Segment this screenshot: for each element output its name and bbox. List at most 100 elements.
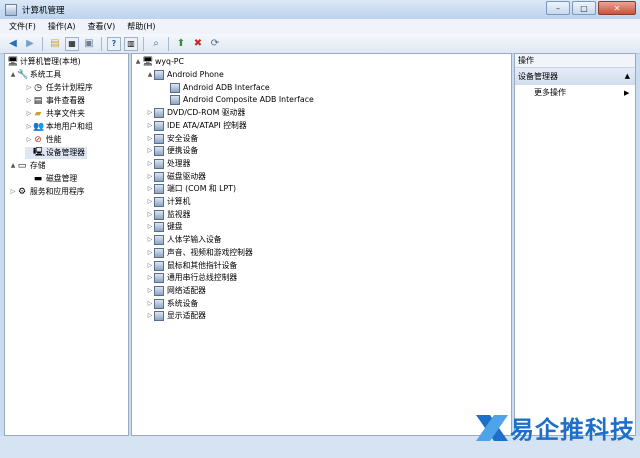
expand-arrow-icon[interactable]: ▷ <box>25 95 33 107</box>
device-category-row[interactable]: ▷ 端口 (COM 和 LPT) <box>146 183 236 195</box>
maximize-button[interactable]: □ <box>572 1 596 15</box>
device-icon <box>154 146 164 157</box>
expand-arrow-icon[interactable]: ▷ <box>146 209 154 221</box>
device-category-row[interactable]: ▷ DVD/CD-ROM 驱动器 <box>146 107 245 119</box>
collapse-arrow-icon[interactable]: ▲ <box>134 56 142 68</box>
menu-view[interactable]: 查看(V) <box>88 21 116 32</box>
properties-icon[interactable]: ▣ <box>82 37 96 51</box>
tree-item-shared-folders[interactable]: ▷ ▰ 共享文件夹 <box>25 108 85 120</box>
menu-action[interactable]: 操作(A) <box>48 21 76 32</box>
update-driver-icon[interactable]: ⬆ <box>174 37 188 51</box>
view-icon[interactable]: ▥ <box>124 36 138 51</box>
toolbar: ◀ ▶ ▤ ▦ ▣ ? ▥ ⌕ ⬆ ✖ ⟳ <box>0 34 640 54</box>
expand-arrow-icon[interactable]: ▷ <box>146 196 154 208</box>
device-tree-pane[interactable]: ▲ 🖥 wyq-PC ▲ Android Phone Android ADB Int… <box>131 53 512 436</box>
enable-device-icon[interactable]: ⟳ <box>208 37 222 51</box>
device-root-node[interactable]: ▲ 🖥 wyq-PC <box>134 56 184 68</box>
device-category-row[interactable]: ▷ 安全设备 <box>146 133 198 145</box>
expand-arrow-icon[interactable]: ▷ <box>146 133 154 145</box>
actions-pane: 操作 设备管理器 ▲ 更多操作 ▶ <box>514 53 636 436</box>
device-category-row[interactable]: ▷ 键盘 <box>146 221 183 233</box>
tree-item-system-tools[interactable]: ▲ 🔧 系统工具 <box>9 69 62 81</box>
device-icon <box>170 95 180 106</box>
device-category-row[interactable]: Android Composite ADB Interface <box>162 94 314 106</box>
tree-item-local-users[interactable]: ▷ 👥 本地用户和组 <box>25 121 93 133</box>
menu-help[interactable]: 帮助(H) <box>127 21 155 32</box>
device-category-row[interactable]: ▷ 磁盘驱动器 <box>146 171 206 183</box>
collapse-caret-icon[interactable]: ▲ <box>625 68 630 85</box>
expand-arrow-icon[interactable]: ▷ <box>146 285 154 297</box>
expand-arrow-icon[interactable]: ▷ <box>9 186 17 198</box>
services-icon: ⚙ <box>17 187 27 197</box>
up-folder-icon[interactable]: ▤ <box>48 37 62 51</box>
toolbar-separator <box>101 36 102 51</box>
tree-item-storage[interactable]: ▲ ▭ 存储 <box>9 160 46 172</box>
collapse-arrow-icon[interactable]: ▲ <box>146 69 154 81</box>
device-icon <box>154 70 164 80</box>
expand-arrow-icon[interactable]: ▷ <box>25 108 33 120</box>
actions-section-device-manager[interactable]: 设备管理器 ▲ <box>515 68 635 85</box>
device-category-row[interactable]: ▷ 监视器 <box>146 209 190 221</box>
uninstall-icon[interactable]: ✖ <box>191 37 205 51</box>
device-category-row[interactable]: ▷ 鼠标和其他指针设备 <box>146 260 237 272</box>
device-category-row[interactable]: ▷ 显示适配器 <box>146 310 206 322</box>
device-icon <box>154 285 164 296</box>
device-category-row[interactable]: ▲ Android Phone <box>146 69 224 81</box>
console-tree-pane[interactable]: 🖥 计算机管理(本地) ▲ 🔧 系统工具 ▷ ◷ 任务计划程序 ▷ ▤ 事件查看… <box>4 53 129 436</box>
expand-arrow-icon[interactable]: ▷ <box>146 298 154 310</box>
expand-arrow-icon[interactable]: ▷ <box>146 247 154 259</box>
expand-arrow-icon[interactable]: ▷ <box>146 120 154 132</box>
scan-hardware-icon[interactable]: ⌕ <box>149 37 163 51</box>
menu-file[interactable]: 文件(F) <box>9 21 36 32</box>
collapse-arrow-icon[interactable]: ▲ <box>9 69 17 81</box>
show-hide-tree-icon[interactable]: ▦ <box>65 36 79 51</box>
expand-arrow-icon[interactable]: ▷ <box>25 134 33 146</box>
tree-item-task-scheduler[interactable]: ▷ ◷ 任务计划程序 <box>25 82 93 94</box>
expand-arrow-icon[interactable]: ▷ <box>146 272 154 284</box>
expand-arrow-icon[interactable]: ▷ <box>146 221 154 233</box>
device-category-row[interactable]: ▷ 网络适配器 <box>146 285 206 297</box>
expand-arrow-icon[interactable]: ▷ <box>146 171 154 183</box>
collapse-arrow-icon[interactable]: ▲ <box>9 160 17 172</box>
device-category-row[interactable]: Android ADB Interface <box>162 82 270 94</box>
toolbar-separator <box>168 36 169 51</box>
back-arrow-icon[interactable]: ◀ <box>6 37 20 51</box>
device-manager-icon: 🖳 <box>33 148 46 158</box>
expand-arrow-icon[interactable]: ▷ <box>146 260 154 272</box>
expand-arrow-icon[interactable]: ▷ <box>25 82 33 94</box>
device-category-row[interactable]: ▷ 通用串行总线控制器 <box>146 272 237 284</box>
expand-arrow-icon[interactable]: ▷ <box>146 107 154 119</box>
tree-item-services-apps[interactable]: ▷ ⚙ 服务和应用程序 <box>9 186 85 198</box>
more-actions-item[interactable]: 更多操作 ▶ <box>534 87 629 99</box>
expand-arrow-icon[interactable]: ▷ <box>146 310 154 322</box>
expand-arrow-icon[interactable]: ▷ <box>146 158 154 170</box>
device-icon <box>154 260 164 271</box>
actions-header: 操作 <box>515 54 635 68</box>
tree-item-performance[interactable]: ▷ ⊘ 性能 <box>25 134 62 146</box>
device-category-row[interactable]: ▷ 声音、视频和游戏控制器 <box>146 247 253 259</box>
device-category-row[interactable]: ▷ 计算机 <box>146 196 190 208</box>
device-category-row[interactable]: ▷ 人体学输入设备 <box>146 234 222 246</box>
help-icon[interactable]: ? <box>107 36 121 51</box>
device-category-row[interactable]: ▷ 处理器 <box>146 158 190 170</box>
close-button[interactable]: ✕ <box>598 1 636 15</box>
computer-management-icon <box>5 3 17 16</box>
expand-arrow-icon[interactable]: ▷ <box>146 234 154 246</box>
expand-arrow-icon[interactable]: ▷ <box>146 145 154 157</box>
expand-arrow-icon[interactable]: ▷ <box>146 183 154 195</box>
device-category-row[interactable]: ▷ 便携设备 <box>146 145 198 157</box>
device-category-row[interactable]: ▷ 系统设备 <box>146 298 198 310</box>
forward-arrow-icon[interactable]: ▶ <box>23 37 37 51</box>
expand-arrow-icon[interactable]: ▷ <box>25 121 33 133</box>
tree-item-event-viewer[interactable]: ▷ ▤ 事件查看器 <box>25 95 85 107</box>
computer-management-window: 计算机管理 – □ ✕ 文件(F) 操作(A) 查看(V) 帮助(H) ◀ ▶ … <box>0 0 640 458</box>
device-category-row[interactable]: ▷ IDE ATA/ATAPI 控制器 <box>146 120 247 132</box>
device-icon <box>154 108 164 119</box>
tree-item-device-manager[interactable]: 🖳 设备管理器 <box>25 147 87 159</box>
tree-item-disk-management[interactable]: ▬ 磁盘管理 <box>25 173 77 185</box>
title-bar[interactable]: 计算机管理 – □ ✕ <box>0 0 640 19</box>
menu-bar: 文件(F) 操作(A) 查看(V) 帮助(H) <box>0 19 640 34</box>
minimize-button[interactable]: – <box>546 1 570 15</box>
device-icon <box>154 222 164 233</box>
tree-item-computer-management[interactable]: 🖥 计算机管理(本地) <box>7 56 81 68</box>
